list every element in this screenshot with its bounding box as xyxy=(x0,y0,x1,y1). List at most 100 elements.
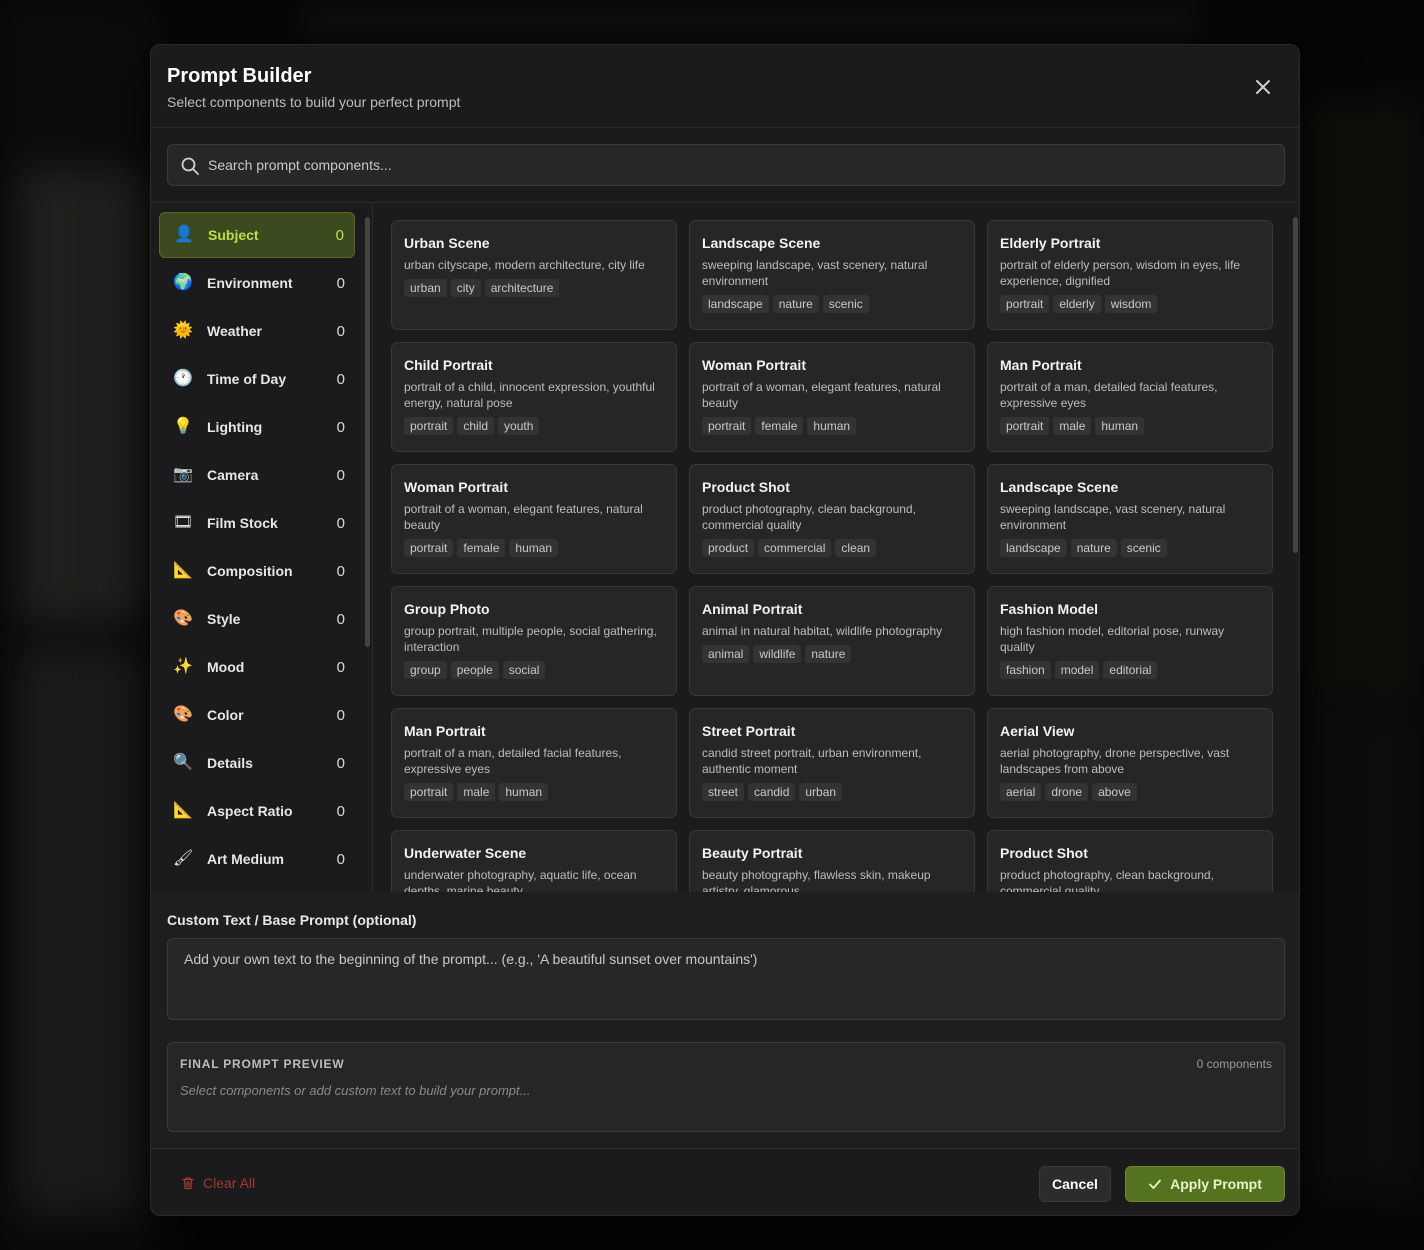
card-tag: human xyxy=(499,783,549,801)
sidebar-item-composition[interactable]: 📐 Composition 0 xyxy=(159,548,355,594)
globe-icon: 🌍 xyxy=(173,274,193,291)
sidebar-item-subject[interactable]: 👤 Subject 0 xyxy=(159,212,355,258)
card-description: group portrait, multiple people, social … xyxy=(404,624,657,654)
component-card[interactable]: Product Shot product photography, clean b… xyxy=(689,464,975,574)
card-tag: nature xyxy=(1070,539,1117,557)
card-tag: landscape xyxy=(702,295,769,313)
sidebar-item-film-stock[interactable]: 🎞 Film Stock 0 xyxy=(159,500,355,546)
magnifier-icon: 🔍 xyxy=(173,754,193,771)
modal-header: Prompt Builder Select components to buil… xyxy=(151,45,1299,128)
ruler-triangle-icon: 📐 xyxy=(173,562,193,579)
card-title: Product Shot xyxy=(1000,845,1088,861)
card-description: portrait of a woman, elegant features, n… xyxy=(404,502,643,532)
card-tag: aerial xyxy=(1000,783,1042,801)
search-box xyxy=(167,144,1285,186)
builder-body: 👤 Subject 0 🌍 Environment 0 🌞 Weather 0 🕐 Time of … xyxy=(151,202,1299,893)
preview-component-count: 0 components xyxy=(1196,1057,1272,1071)
grid-scrollbar[interactable] xyxy=(1293,217,1298,553)
close-button[interactable] xyxy=(1251,75,1275,99)
card-description: portrait of a woman, elegant features, n… xyxy=(702,380,941,410)
component-card[interactable]: Group Photo group portrait, multiple peop… xyxy=(391,586,677,696)
component-card[interactable]: Landscape Scene sweeping landscape, vast … xyxy=(689,220,975,330)
component-card[interactable]: Street Portrait candid street portrait, u… xyxy=(689,708,975,818)
sidebar-item-style[interactable]: 🎨 Style 0 xyxy=(159,596,355,642)
palette-icon: 🎨 xyxy=(173,610,193,627)
card-tag: portrait xyxy=(702,417,752,435)
card-description: sweeping landscape, vast scenery, natura… xyxy=(1000,502,1226,532)
sidebar-item-environment[interactable]: 🌍 Environment 0 xyxy=(159,260,355,306)
card-title: Man Portrait xyxy=(404,723,486,739)
card-description: urban cityscape, modern architecture, ci… xyxy=(404,258,645,272)
clear-all-label: Clear All xyxy=(203,1175,256,1191)
component-card[interactable]: Urban Scene urban cityscape, modern archi… xyxy=(391,220,677,330)
custom-text-input[interactable] xyxy=(167,938,1285,1020)
card-tag: urban xyxy=(404,279,447,297)
card-description: portrait of elderly person, wisdom in ey… xyxy=(1000,258,1241,288)
sidebar-item-count: 0 xyxy=(336,274,345,292)
sidebar-item-label: Weather xyxy=(207,323,262,339)
card-description: product photography, clean background, c… xyxy=(702,502,916,532)
card-tags: fashion model editorial xyxy=(1000,661,1260,679)
sidebar-item-time-of-day[interactable]: 🕐 Time of Day 0 xyxy=(159,356,355,402)
close-icon xyxy=(1256,80,1270,94)
card-tags: urban city architecture xyxy=(404,279,664,297)
component-card[interactable]: Fashion Model high fashion model, editori… xyxy=(987,586,1273,696)
card-tag: wildlife xyxy=(753,645,802,663)
card-tags: group people social xyxy=(404,661,664,679)
ruler-triangle-icon: 📐 xyxy=(173,802,193,819)
card-tag: city xyxy=(450,279,481,297)
card-title: Product Shot xyxy=(702,479,790,495)
card-tag: clean xyxy=(835,539,877,557)
cancel-button[interactable]: Cancel xyxy=(1039,1166,1111,1202)
component-card[interactable]: Woman Portrait portrait of a woman, elega… xyxy=(689,342,975,452)
sidebar-item-count: 0 xyxy=(336,610,345,628)
sidebar-scrollbar[interactable] xyxy=(365,217,370,647)
sidebar-item-camera[interactable]: 📷 Camera 0 xyxy=(159,452,355,498)
card-title: Beauty Portrait xyxy=(702,845,803,861)
card-tag: scenic xyxy=(1120,539,1167,557)
sidebar-item-details[interactable]: 🔍 Details 0 xyxy=(159,740,355,786)
card-description: portrait of a man, detailed facial featu… xyxy=(1000,380,1218,410)
clear-all-button[interactable]: Clear All xyxy=(181,1175,255,1191)
sidebar-item-lighting[interactable]: 💡 Lighting 0 xyxy=(159,404,355,450)
component-card[interactable]: Man Portrait portrait of a man, detailed … xyxy=(987,342,1273,452)
sidebar-item-label: Subject xyxy=(208,227,259,243)
component-card[interactable]: Animal Portrait animal in natural habitat… xyxy=(689,586,975,696)
component-card[interactable]: Man Portrait portrait of a man, detailed … xyxy=(391,708,677,818)
card-tag: portrait xyxy=(404,783,454,801)
component-card[interactable]: Landscape Scene sweeping landscape, vast … xyxy=(987,464,1273,574)
component-card[interactable]: Woman Portrait portrait of a woman, elega… xyxy=(391,464,677,574)
component-card[interactable]: Elderly Portrait portrait of elderly pers… xyxy=(987,220,1273,330)
component-card[interactable]: Aerial View aerial photography, drone per… xyxy=(987,708,1273,818)
sidebar-item-label: Details xyxy=(207,755,253,771)
card-tag: group xyxy=(404,661,447,679)
component-card[interactable]: Underwater Scene underwater photography, … xyxy=(391,830,677,893)
bulb-icon: 💡 xyxy=(173,418,193,435)
card-tag: human xyxy=(807,417,857,435)
card-tag: portrait xyxy=(1000,417,1050,435)
apply-prompt-button[interactable]: Apply Prompt xyxy=(1125,1166,1285,1202)
person-icon: 👤 xyxy=(174,226,194,243)
component-card[interactable]: Child Portrait portrait of a child, innoc… xyxy=(391,342,677,452)
component-card[interactable]: Product Shot product photography, clean b… xyxy=(987,830,1273,893)
card-tags: portrait male human xyxy=(1000,417,1260,435)
sidebar-item-art-medium[interactable]: 🖌 Art Medium 0 xyxy=(159,836,355,882)
final-prompt-preview: FINAL PROMPT PREVIEW 0 components Select… xyxy=(167,1042,1285,1132)
card-tags: portrait female human xyxy=(702,417,962,435)
component-card[interactable]: Beauty Portrait beauty photography, flawl… xyxy=(689,830,975,893)
preview-empty-text: Select components or add custom text to … xyxy=(180,1083,531,1098)
card-tag: above xyxy=(1092,783,1137,801)
sidebar-item-color[interactable]: 🎨 Color 0 xyxy=(159,692,355,738)
modal-subtitle: Select components to build your perfect … xyxy=(167,94,461,110)
custom-text-section: Custom Text / Base Prompt (optional) FIN… xyxy=(151,892,1299,1148)
sidebar-item-mood[interactable]: ✨ Mood 0 xyxy=(159,644,355,690)
sidebar-item-aspect-ratio[interactable]: 📐 Aspect Ratio 0 xyxy=(159,788,355,834)
sidebar-item-label: Film Stock xyxy=(207,515,278,531)
card-tag: elderly xyxy=(1053,295,1101,313)
card-title: Child Portrait xyxy=(404,357,493,373)
card-tag: people xyxy=(450,661,499,679)
sidebar-item-weather[interactable]: 🌞 Weather 0 xyxy=(159,308,355,354)
search-input[interactable] xyxy=(208,145,1268,185)
card-description: candid street portrait, urban environmen… xyxy=(702,746,922,776)
card-tag: street xyxy=(702,783,745,801)
